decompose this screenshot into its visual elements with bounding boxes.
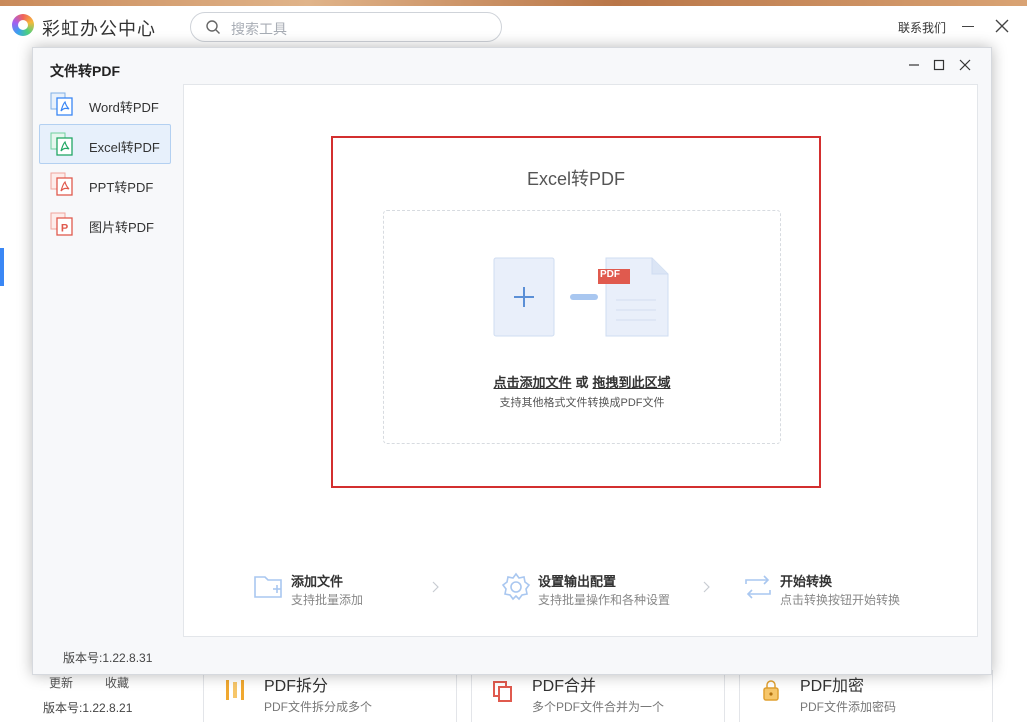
chevron-right-icon xyxy=(703,581,710,593)
pdf-merge-icon xyxy=(493,681,512,702)
tool-card-desc: PDF文件拆分成多个 xyxy=(264,700,373,714)
step-title: 设置输出配置 xyxy=(538,574,617,589)
tool-card-pdf-encrypt[interactable]: PDF加密 PDF文件添加密码 xyxy=(739,670,993,722)
dropzone-hint: 支持其他格式文件转换成PDF文件 xyxy=(499,397,665,409)
close-icon[interactable] xyxy=(994,18,1010,34)
nav-item-label: PPT转PDF xyxy=(89,180,154,195)
step-desc: 支持批量添加 xyxy=(291,593,364,607)
app-version: 版本号:1.22.8.21 xyxy=(43,701,133,715)
lock-icon xyxy=(763,680,779,701)
conversion-content-panel: Excel转PDF PDF 点击添加文件或拖拽到此区域 支持其他格式文件转换成P… xyxy=(183,84,978,637)
pdf-split-icon xyxy=(226,680,244,700)
search-icon xyxy=(206,20,220,34)
step-title: 开始转换 xyxy=(780,574,833,589)
search-box[interactable]: 搜索工具 xyxy=(190,12,502,42)
favorites-button[interactable]: 收藏 xyxy=(105,674,129,691)
add-file-link[interactable]: 点击添加文件 xyxy=(493,375,571,390)
add-file-illustration-icon xyxy=(493,257,669,337)
excel-to-pdf-icon xyxy=(50,132,73,156)
step-title: 添加文件 xyxy=(291,574,344,589)
svg-text:P: P xyxy=(61,223,68,235)
step-desc: 点击转换按钮开始转换 xyxy=(780,593,901,607)
tool-card-title: PDF加密 xyxy=(800,678,865,695)
nav-item-word-to-pdf[interactable]: Word转PDF xyxy=(39,84,171,124)
nav-item-label: 图片转PDF xyxy=(89,220,155,235)
step-desc: 支持批量操作和各种设置 xyxy=(538,593,671,607)
ppt-to-pdf-icon xyxy=(50,172,73,196)
nav-item-ppt-to-pdf[interactable]: PPT转PDF xyxy=(39,164,171,204)
tool-card-pdf-split[interactable]: PDF拆分 PDF文件拆分成多个 xyxy=(203,670,457,722)
gear-icon xyxy=(501,572,531,601)
chevron-right-icon xyxy=(432,581,439,593)
app-name: 彩虹办公中心 xyxy=(42,19,156,39)
add-folder-icon xyxy=(254,576,282,598)
search-placeholder: 搜索工具 xyxy=(231,21,287,37)
word-to-pdf-icon xyxy=(50,92,73,116)
update-button[interactable]: 更新 xyxy=(49,674,73,691)
or-text: 或 xyxy=(575,375,589,390)
dropzone-action-text: 点击添加文件或拖拽到此区域 xyxy=(384,372,780,391)
convert-arrows-icon xyxy=(745,575,771,599)
minimize-icon[interactable] xyxy=(962,26,974,27)
drag-here-link[interactable]: 拖拽到此区域 xyxy=(593,375,671,390)
nav-item-label: Word转PDF xyxy=(89,100,159,115)
tool-card-pdf-merge[interactable]: PDF合并 多个PDF文件合并为一个 xyxy=(471,670,725,722)
dialog-minimize-icon[interactable] xyxy=(907,58,921,72)
nav-item-image-to-pdf[interactable]: P 图片转PDF xyxy=(39,204,171,244)
file-to-pdf-dialog: 文件转PDF Word转PDF Excel转PDF PPT转PDF P 图片转P… xyxy=(32,47,992,675)
tool-card-title: PDF合并 xyxy=(532,678,597,695)
file-drop-zone[interactable]: PDF 点击添加文件或拖拽到此区域 支持其他格式文件转换成PDF文件 xyxy=(383,210,781,444)
tool-card-desc: PDF文件添加密码 xyxy=(800,700,897,714)
dialog-version: 版本号:1.22.8.31 xyxy=(63,651,153,665)
tool-card-desc: 多个PDF文件合并为一个 xyxy=(532,700,665,714)
nav-item-excel-to-pdf[interactable]: Excel转PDF xyxy=(39,124,171,164)
dropzone-title: Excel转PDF xyxy=(526,169,625,189)
app-logo-icon xyxy=(12,14,34,36)
dialog-maximize-icon[interactable] xyxy=(932,58,946,72)
sidebar-active-indicator xyxy=(0,248,4,286)
file-drop-area-highlight: Excel转PDF PDF 点击添加文件或拖拽到此区域 支持其他格式文件转换成P… xyxy=(331,136,821,488)
contact-us-link[interactable]: 联系我们 xyxy=(898,19,946,36)
pdf-badge-label: PDF xyxy=(600,269,620,280)
conversion-steps: 添加文件 支持批量添加 设置输出配置 支持批量操作和各种设置 开始转换 点击转换… xyxy=(184,569,979,609)
nav-item-label: Excel转PDF xyxy=(89,140,160,155)
tool-card-title: PDF拆分 xyxy=(264,678,329,695)
image-to-pdf-icon: P xyxy=(50,212,73,236)
conversion-type-nav: Word转PDF Excel转PDF PPT转PDF P 图片转PDF xyxy=(39,84,171,244)
dialog-title: 文件转PDF xyxy=(50,63,120,79)
dialog-close-icon[interactable] xyxy=(958,58,972,72)
